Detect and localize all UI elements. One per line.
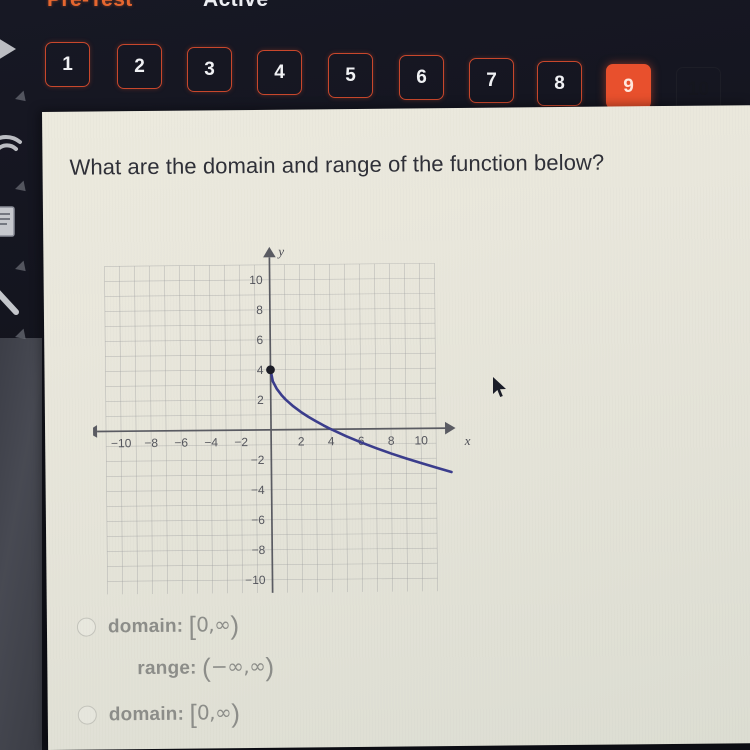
question-button-label: 9 <box>623 75 634 97</box>
left-rail <box>0 0 44 750</box>
interval-close-bracket: ) <box>265 651 275 682</box>
question-button-1[interactable]: 1 <box>45 42 90 87</box>
function-graph: −10 −8 −6 −4 −2 2 4 6 8 10 10 8 6 4 2 −2 −4 −6 −8 −10 x y <box>91 216 475 595</box>
option-a-line: range: (−∞,∞) <box>77 652 274 685</box>
y-tick-label: 4 <box>257 363 264 377</box>
x-tick-label: −8 <box>144 436 158 450</box>
x-tick-label: −2 <box>234 435 248 449</box>
question-button-9[interactable]: 9 <box>606 64 651 109</box>
pencil-icon[interactable] <box>0 282 30 322</box>
mouse-cursor <box>493 377 506 397</box>
rail-caret-1 <box>15 90 30 106</box>
y-tick-label: 10 <box>249 273 263 287</box>
option-interval-value: (−∞,∞) <box>202 652 274 683</box>
interval-close-bracket: ) <box>231 698 241 729</box>
question-button-label: 2 <box>134 55 145 77</box>
active-label: Active <box>203 0 268 12</box>
y-tick-label: 8 <box>256 303 263 317</box>
question-button-7[interactable]: 7 <box>469 58 514 103</box>
x-tick-label: 10 <box>414 433 428 447</box>
question-prompt: What are the domain and range of the fun… <box>69 149 605 180</box>
question-button-label: 7 <box>486 69 497 91</box>
question-button-label: 3 <box>204 58 215 80</box>
x-tick-label: 2 <box>298 434 305 448</box>
graph-svg: −10 −8 −6 −4 −2 2 4 6 8 10108642−2−4−6−8−10xy <box>91 244 471 595</box>
x-tick-label: 8 <box>388 434 395 448</box>
x-tick-label: −4 <box>204 435 218 449</box>
y-axis-title: y <box>276 244 284 259</box>
play-arrow-icon[interactable] <box>0 32 24 66</box>
rail-caret-2 <box>15 180 30 196</box>
question-button-label: 1 <box>62 53 73 75</box>
document-icon[interactable] <box>0 204 24 240</box>
y-tick-label: −10 <box>245 573 266 587</box>
y-tick-label: −8 <box>251 543 265 557</box>
option-key-label: range: <box>137 657 203 680</box>
wifi-icon[interactable] <box>0 128 28 162</box>
y-tick-label: −6 <box>251 513 265 527</box>
interval-open-bracket: ( <box>201 652 212 683</box>
interval-bounds: 0,∞ <box>196 700 232 725</box>
question-button-2[interactable]: 2 <box>117 44 162 89</box>
question-button-label: 10 <box>687 78 710 100</box>
rail-caret-3 <box>15 260 30 276</box>
pretest-label: Pre-Test <box>47 0 133 12</box>
question-button-label: 5 <box>345 64 356 86</box>
question-button-5[interactable]: 5 <box>328 53 373 98</box>
question-button-label: 8 <box>554 72 565 94</box>
interval-bounds: 0,∞ <box>196 612 231 637</box>
question-button-8[interactable]: 8 <box>537 61 582 106</box>
axis-titles: xy <box>276 244 471 448</box>
screen: Pre-Test Active 1 2 3 4 5 6 7 8 9 10 What are the… <box>0 0 750 750</box>
question-button-4[interactable]: 4 <box>257 50 302 95</box>
question-button-3[interactable]: 3 <box>187 47 232 92</box>
x-tick-label: 4 <box>328 434 335 448</box>
option-interval-value: [0,∞) <box>189 610 240 640</box>
curve-endpoint-dot <box>266 365 275 375</box>
option-key-label: domain: <box>108 703 190 726</box>
option-key-label: domain: <box>107 615 189 638</box>
x-tick-label: −10 <box>111 436 132 450</box>
interval-bounds: −∞,∞ <box>210 653 266 679</box>
y-tick-label: 6 <box>256 333 263 347</box>
radio-option-b[interactable] <box>77 705 97 725</box>
answer-option-b[interactable]: domain: [0,∞) <box>77 698 241 731</box>
y-tick-label: −4 <box>251 483 265 497</box>
answer-option-a[interactable]: domain: [0,∞) <box>76 610 240 643</box>
question-button-label: 6 <box>416 66 427 88</box>
option-text: range: (−∞,∞) <box>137 652 274 684</box>
interval-close-bracket: ) <box>230 610 240 641</box>
question-button-label: 4 <box>274 61 285 83</box>
radio-option-a[interactable] <box>76 617 97 637</box>
option-text: domain: [0,∞) <box>108 610 240 642</box>
axes <box>91 246 456 595</box>
x-tick-label: −6 <box>174 436 188 450</box>
question-button-6[interactable]: 6 <box>399 55 444 100</box>
option-interval-value: [0,∞) <box>189 698 240 728</box>
y-tick-label: 2 <box>257 393 264 407</box>
x-axis-title: x <box>464 433 471 448</box>
option-text: domain: [0,∞) <box>109 698 241 730</box>
y-tick-label: −2 <box>251 453 265 467</box>
worksheet-sheet: What are the domain and range of the fun… <box>42 105 750 750</box>
rail-caret-4 <box>15 328 30 344</box>
